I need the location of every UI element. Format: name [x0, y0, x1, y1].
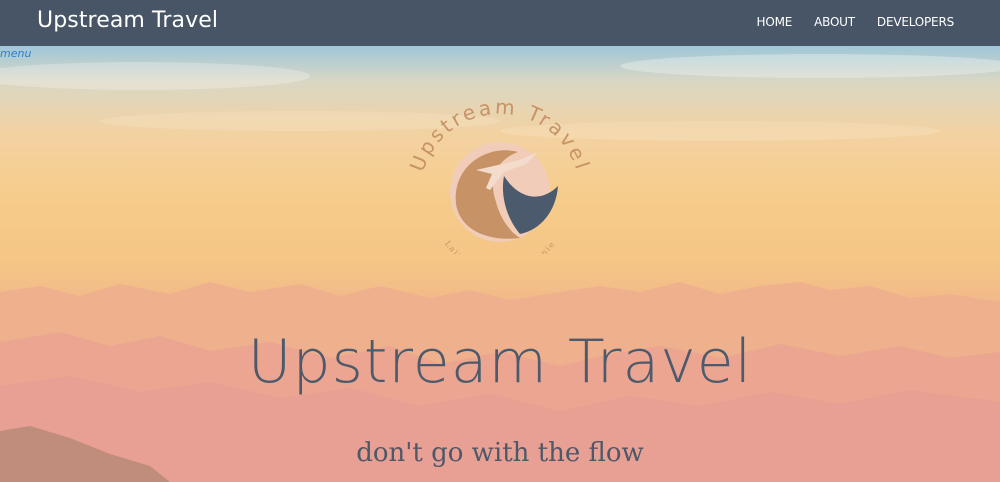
upstream-travel-logo: Upstream Travel Lainey Elena Stephanie — [405, 94, 593, 254]
nav-links: HOME ABOUT DEVELOPERS — [757, 15, 955, 29]
top-navbar: Upstream Travel HOME ABOUT DEVELOPERS — [0, 0, 1000, 46]
nav-home-link[interactable]: HOME — [757, 15, 793, 29]
nav-developers-link[interactable]: DEVELOPERS — [877, 15, 954, 29]
hero-tagline: don't go with the flow — [356, 438, 644, 468]
menu-toggle-link[interactable]: menu — [0, 47, 31, 60]
hero-title: Upstream Travel — [247, 327, 753, 397]
nav-about-link[interactable]: ABOUT — [814, 15, 855, 29]
brand-link[interactable]: Upstream Travel — [37, 8, 218, 33]
